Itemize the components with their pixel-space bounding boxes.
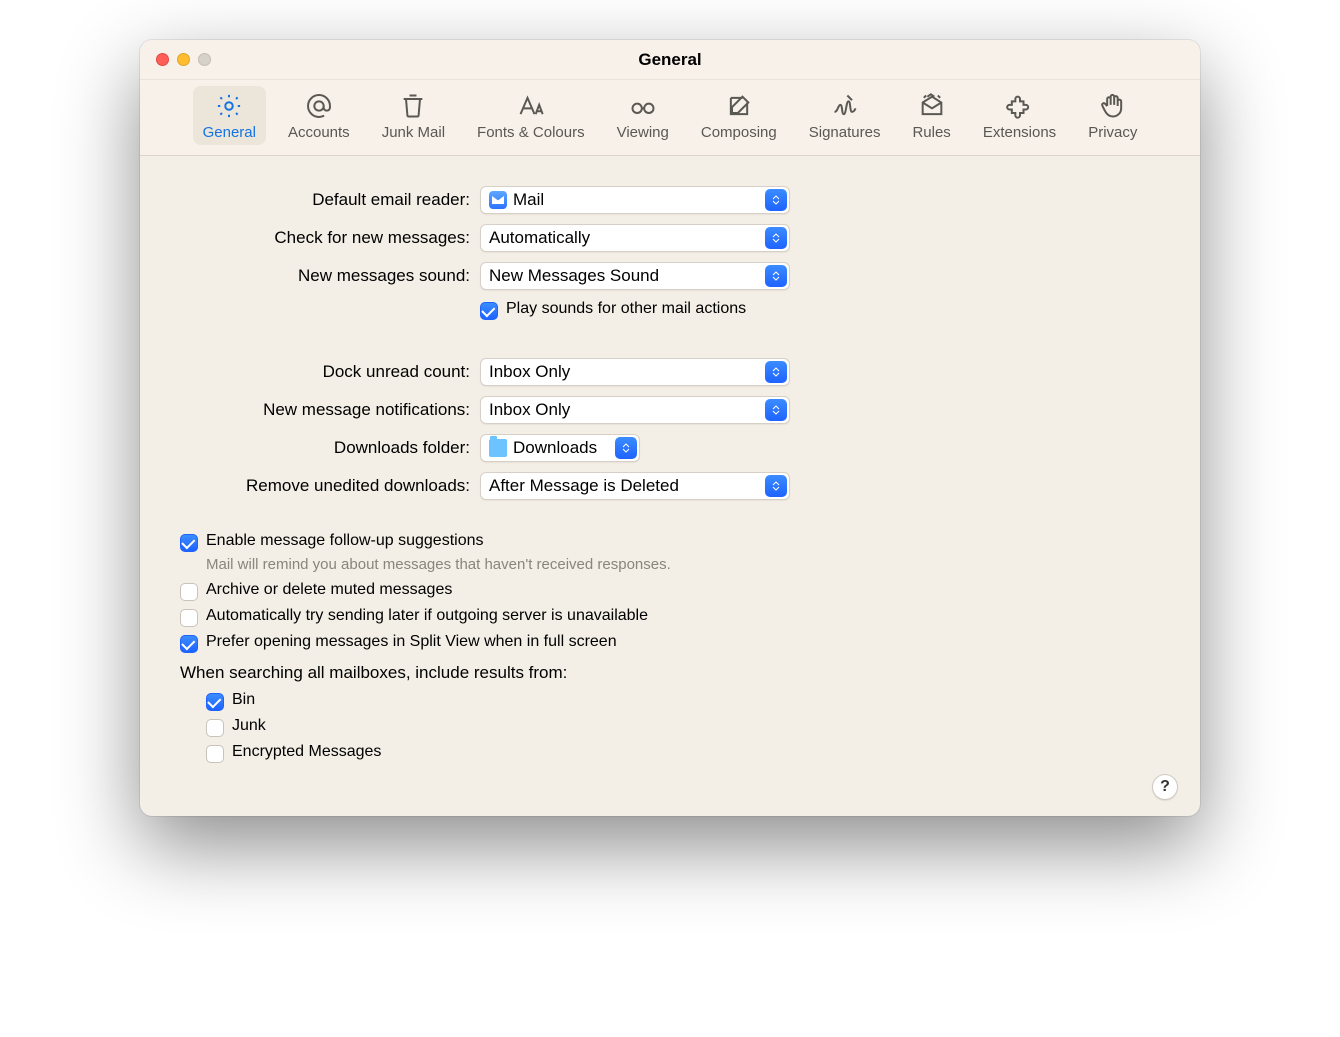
chevron-updown-icon bbox=[765, 189, 787, 211]
checkbox-retry-send[interactable] bbox=[180, 609, 198, 627]
font-icon bbox=[517, 92, 545, 120]
label-default-reader: Default email reader: bbox=[180, 190, 470, 210]
checkbox-bin[interactable] bbox=[206, 693, 224, 711]
tab-label: Composing bbox=[701, 124, 777, 141]
chevron-updown-icon bbox=[615, 437, 637, 459]
tab-accounts[interactable]: Accounts bbox=[278, 86, 360, 145]
tab-viewing[interactable]: Viewing bbox=[607, 86, 679, 145]
tab-label: Signatures bbox=[809, 124, 881, 141]
label-encrypted: Encrypted Messages bbox=[232, 743, 381, 761]
rules-icon bbox=[918, 92, 946, 120]
compose-icon bbox=[725, 92, 753, 120]
help-button[interactable]: ? bbox=[1152, 774, 1178, 800]
select-downloads[interactable]: Downloads bbox=[480, 434, 640, 462]
tab-label: General bbox=[203, 124, 256, 141]
label-check-new: Check for new messages: bbox=[180, 228, 470, 248]
tab-rules[interactable]: Rules bbox=[902, 86, 960, 145]
label-retry-send: Automatically try sending later if outgo… bbox=[206, 607, 648, 625]
checkbox-encrypted[interactable] bbox=[206, 745, 224, 763]
label-play-sounds: Play sounds for other mail actions bbox=[506, 300, 746, 318]
label-downloads: Downloads folder: bbox=[180, 438, 470, 458]
select-dock[interactable]: Inbox Only bbox=[480, 358, 790, 386]
minimize-button[interactable] bbox=[177, 53, 190, 66]
tab-general[interactable]: General bbox=[193, 86, 266, 145]
folder-icon bbox=[489, 439, 507, 457]
tab-extensions[interactable]: Extensions bbox=[973, 86, 1066, 145]
select-default-reader[interactable]: Mail bbox=[480, 186, 790, 214]
titlebar: General bbox=[140, 40, 1200, 80]
label-split-view: Prefer opening messages in Split View wh… bbox=[206, 633, 617, 651]
zoom-button[interactable] bbox=[198, 53, 211, 66]
tab-label: Fonts & Colours bbox=[477, 124, 585, 141]
tab-label: Junk Mail bbox=[382, 124, 445, 141]
tab-label: Accounts bbox=[288, 124, 350, 141]
tab-label: Extensions bbox=[983, 124, 1056, 141]
preferences-window: General General Accounts Junk Mail Fo bbox=[140, 40, 1200, 816]
checkbox-archive-muted[interactable] bbox=[180, 583, 198, 601]
puzzle-icon bbox=[1006, 92, 1034, 120]
checkbox-junk[interactable] bbox=[206, 719, 224, 737]
label-junk: Junk bbox=[232, 717, 266, 735]
select-sound[interactable]: New Messages Sound bbox=[480, 262, 790, 290]
select-notifications[interactable]: Inbox Only bbox=[480, 396, 790, 424]
chevron-updown-icon bbox=[765, 265, 787, 287]
select-remove-downloads[interactable]: After Message is Deleted bbox=[480, 472, 790, 500]
label-archive-muted: Archive or delete muted messages bbox=[206, 581, 452, 599]
label-dock: Dock unread count: bbox=[180, 362, 470, 382]
tab-privacy[interactable]: Privacy bbox=[1078, 86, 1147, 145]
chevron-updown-icon bbox=[765, 227, 787, 249]
window-title: General bbox=[220, 50, 1120, 70]
gear-icon bbox=[215, 92, 243, 120]
tab-label: Rules bbox=[912, 124, 950, 141]
select-check-new[interactable]: Automatically bbox=[480, 224, 790, 252]
label-bin: Bin bbox=[232, 691, 255, 709]
chevron-updown-icon bbox=[765, 361, 787, 383]
label-followup: Enable message follow-up suggestions bbox=[206, 532, 484, 550]
hand-icon bbox=[1099, 92, 1127, 120]
glasses-icon bbox=[629, 92, 657, 120]
label-notifications: New message notifications: bbox=[180, 400, 470, 420]
traffic-lights bbox=[140, 53, 220, 66]
close-button[interactable] bbox=[156, 53, 169, 66]
tab-fonts-colours[interactable]: Fonts & Colours bbox=[467, 86, 595, 145]
signature-icon bbox=[831, 92, 859, 120]
preferences-toolbar: General Accounts Junk Mail Fonts & Colou… bbox=[140, 80, 1200, 156]
tab-label: Privacy bbox=[1088, 124, 1137, 141]
chevron-updown-icon bbox=[765, 399, 787, 421]
chevron-updown-icon bbox=[765, 475, 787, 497]
tab-junk-mail[interactable]: Junk Mail bbox=[372, 86, 455, 145]
mail-app-icon bbox=[489, 191, 507, 209]
label-remove-downloads: Remove unedited downloads: bbox=[180, 476, 470, 496]
tab-signatures[interactable]: Signatures bbox=[799, 86, 891, 145]
label-sound: New messages sound: bbox=[180, 266, 470, 286]
checkbox-play-sounds[interactable] bbox=[480, 302, 498, 320]
checkbox-split-view[interactable] bbox=[180, 635, 198, 653]
checkbox-followup[interactable] bbox=[180, 534, 198, 552]
trash-icon bbox=[399, 92, 427, 120]
hint-followup: Mail will remind you about messages that… bbox=[206, 556, 1160, 573]
search-heading: When searching all mailboxes, include re… bbox=[180, 663, 1160, 683]
content: Default email reader: Mail Check for new… bbox=[140, 156, 1200, 816]
at-icon bbox=[305, 92, 333, 120]
tab-label: Viewing bbox=[617, 124, 669, 141]
tab-composing[interactable]: Composing bbox=[691, 86, 787, 145]
